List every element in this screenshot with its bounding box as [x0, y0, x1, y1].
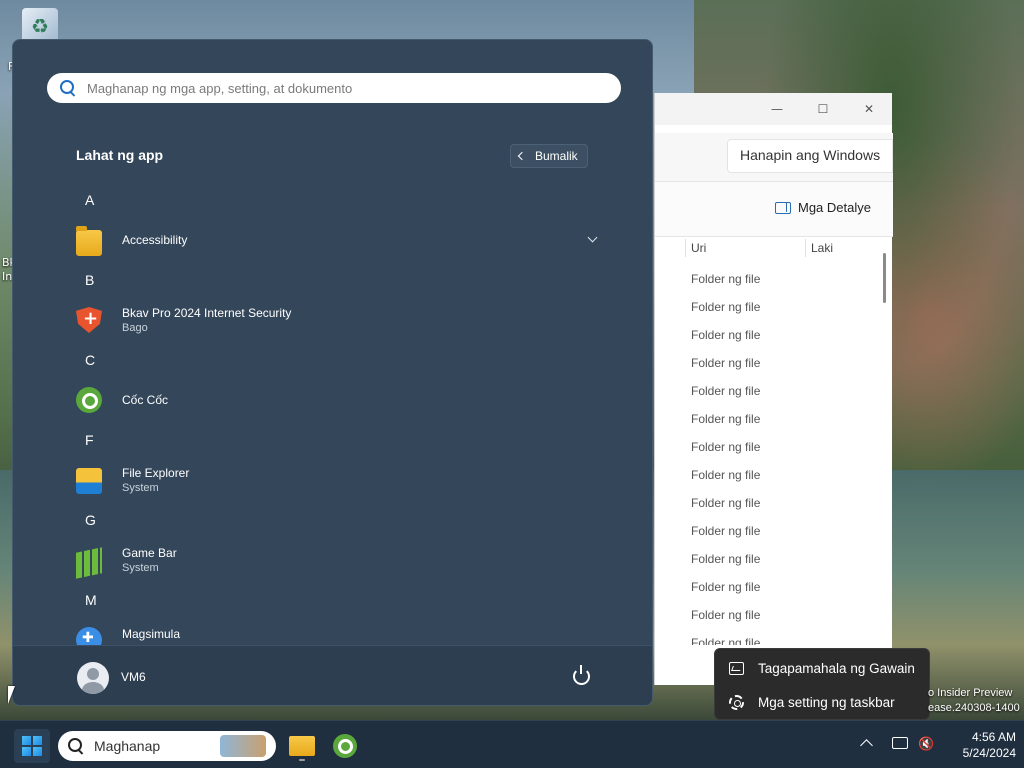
app-name: Bkav Pro 2024 Internet Security: [122, 306, 292, 320]
explorer-toolbar: Mga Detalye: [655, 181, 893, 237]
letter-header-m[interactable]: M: [85, 592, 97, 608]
folder-icon: [289, 736, 315, 756]
game-bar-icon: [76, 547, 102, 579]
folder-icon: [76, 226, 102, 256]
watermark-line: o Insider Preview: [928, 687, 1013, 699]
details-pane-icon: [775, 201, 791, 214]
list-item[interactable]: Folder ng file: [691, 549, 871, 577]
app-item-accessibility[interactable]: Accessibility: [76, 223, 598, 257]
taskbar-context-menu: Tagapamahala ng Gawain Mga setting ng ta…: [714, 648, 930, 720]
file-explorer-icon: [76, 468, 102, 494]
taskbar-search[interactable]: Maghanap: [58, 731, 276, 761]
coccoc-icon: [333, 734, 357, 758]
letter-header-g[interactable]: G: [85, 512, 96, 528]
running-indicator: [299, 759, 305, 761]
explorer-scrollbar[interactable]: [883, 253, 886, 303]
start-button[interactable]: [14, 729, 50, 763]
search-icon: [68, 738, 84, 754]
list-item[interactable]: Folder ng file: [691, 269, 871, 297]
close-icon[interactable]: ✕: [846, 102, 892, 116]
gear-icon: [729, 694, 744, 710]
system-clock[interactable]: 4:56 AM 5/24/2024: [940, 729, 1016, 761]
app-item-coccoc[interactable]: Cốc Cốc: [76, 383, 596, 417]
back-button-label: Bumalik: [535, 149, 578, 163]
explorer-search-input[interactable]: Hanapin ang Windows: [727, 139, 893, 173]
search-icon: [59, 79, 77, 97]
maximize-icon[interactable]: ☐: [800, 102, 846, 116]
app-subtitle: System: [122, 482, 159, 494]
app-item-file-explorer[interactable]: File Explorer System: [76, 463, 596, 497]
clock-date: 5/24/2024: [962, 746, 1016, 760]
taskbar: Maghanap 🔇 4:56 AM 5/24/2024: [0, 720, 1024, 768]
explorer-file-list: Folder ng file Folder ng file Folder ng …: [691, 269, 871, 645]
list-item[interactable]: Folder ng file: [691, 437, 871, 465]
details-pane-label: Mga Detalye: [798, 200, 871, 215]
task-manager-icon: [729, 661, 744, 675]
column-header-size[interactable]: Laki: [811, 241, 833, 255]
minimize-icon[interactable]: —: [754, 102, 800, 116]
list-item[interactable]: Folder ng file: [691, 381, 871, 409]
letter-header-c[interactable]: C: [85, 352, 95, 368]
explorer-titlebar: — ☐ ✕: [655, 93, 892, 125]
list-item[interactable]: Folder ng file: [691, 521, 871, 549]
app-name: File Explorer: [122, 466, 190, 480]
start-footer: VM6: [13, 645, 652, 705]
avatar[interactable]: [77, 662, 109, 694]
taskbar-search-label: Maghanap: [94, 738, 161, 754]
chevron-left-icon: [517, 151, 527, 161]
start-search-input[interactable]: [87, 80, 607, 96]
column-header-type[interactable]: Uri: [691, 241, 706, 255]
column-separator[interactable]: [805, 239, 806, 257]
list-item[interactable]: Folder ng file: [691, 465, 871, 493]
list-item[interactable]: Folder ng file: [691, 353, 871, 381]
chevron-up-icon[interactable]: [860, 739, 873, 752]
desktop-edge-label: In: [2, 270, 13, 283]
app-subtitle: System: [122, 562, 159, 574]
power-icon[interactable]: [573, 665, 590, 685]
app-name: Magsimula: [122, 627, 181, 641]
explorer-column-header: Uri Laki: [655, 237, 893, 259]
column-separator[interactable]: [685, 239, 686, 257]
back-button[interactable]: Bumalik: [510, 144, 588, 168]
menu-item-label: Tagapamahala ng Gawain: [758, 660, 915, 676]
list-item[interactable]: Folder ng file: [691, 605, 871, 633]
coccoc-icon: [76, 387, 102, 413]
menu-item-task-manager[interactable]: Tagapamahala ng Gawain: [715, 651, 931, 685]
app-name: Game Bar: [122, 546, 177, 560]
volume-muted-icon[interactable]: 🔇: [918, 737, 934, 753]
clock-time: 4:56 AM: [971, 730, 1016, 744]
app-item-bkav[interactable]: Bkav Pro 2024 Internet Security Bago: [76, 303, 596, 337]
chevron-down-icon[interactable]: [587, 232, 598, 243]
taskbar-coccoc[interactable]: [327, 729, 363, 763]
list-item[interactable]: Folder ng file: [691, 325, 871, 353]
list-item[interactable]: Folder ng file: [691, 297, 871, 325]
user-name[interactable]: VM6: [121, 670, 146, 684]
list-item[interactable]: Folder ng file: [691, 493, 871, 521]
network-icon[interactable]: [892, 737, 908, 749]
app-item-game-bar[interactable]: Game Bar System: [76, 543, 596, 579]
all-apps-title: Lahat ng app: [76, 147, 164, 163]
windows-logo-icon: [22, 736, 42, 756]
app-name: Accessibility: [122, 233, 188, 247]
app-subtitle: Bago: [122, 322, 148, 334]
shield-icon: [76, 307, 102, 333]
desktop-watermark: o Insider Preview ease.240308-1400: [928, 686, 1020, 716]
details-pane-button[interactable]: Mga Detalye: [775, 200, 871, 215]
file-explorer-window: — ☐ ✕ Hanapin ang Windows Mga Detalye Ur…: [654, 93, 893, 685]
menu-item-taskbar-settings[interactable]: Mga setting ng taskbar: [715, 685, 931, 719]
search-highlight-image: [220, 735, 266, 757]
start-search-box[interactable]: [47, 73, 621, 103]
mouse-cursor-icon: [8, 686, 15, 704]
start-menu: Lahat ng app Bumalik A Accessibility B B…: [12, 39, 653, 706]
letter-header-f[interactable]: F: [85, 432, 94, 448]
list-item[interactable]: Folder ng file: [691, 577, 871, 605]
list-item[interactable]: Folder ng file: [691, 633, 871, 645]
letter-header-a[interactable]: A: [85, 192, 94, 208]
menu-item-label: Mga setting ng taskbar: [758, 694, 895, 710]
taskbar-file-explorer[interactable]: [284, 729, 320, 763]
watermark-line: ease.240308-1400: [928, 702, 1020, 714]
list-item[interactable]: Folder ng file: [691, 409, 871, 437]
letter-header-b[interactable]: B: [85, 272, 94, 288]
app-name: Cốc Cốc: [122, 393, 169, 407]
